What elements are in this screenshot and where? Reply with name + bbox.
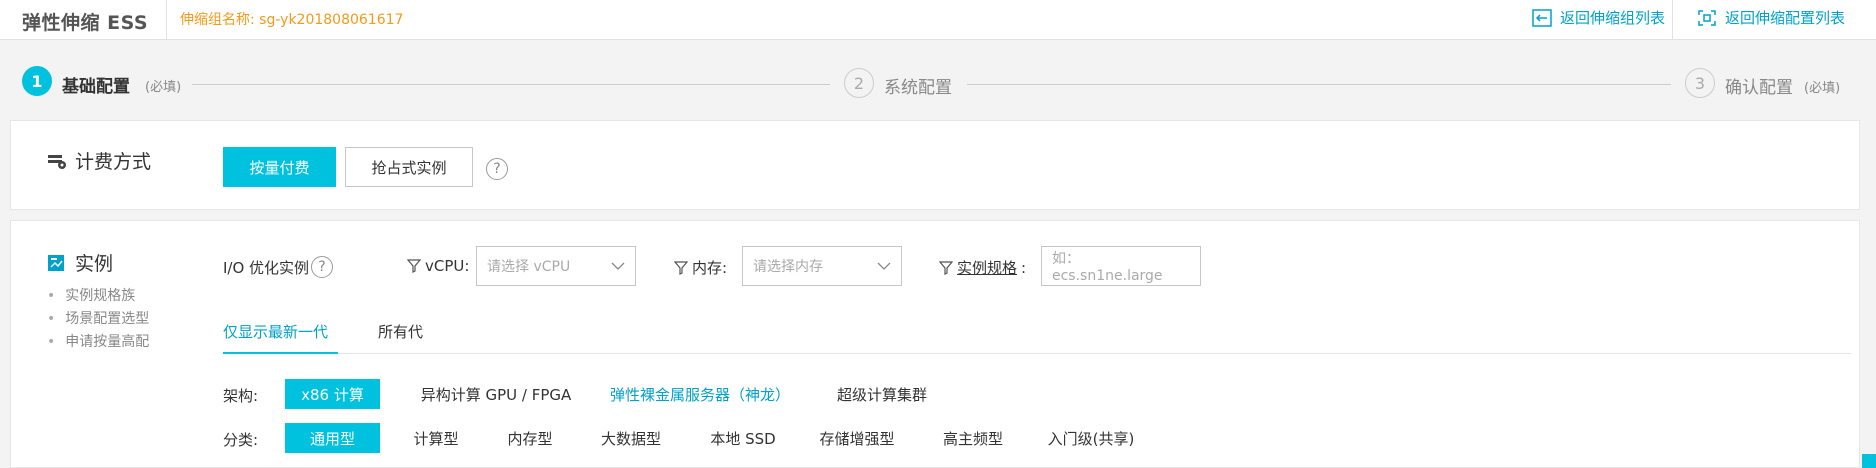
step-3-number: 3 <box>1685 68 1715 98</box>
category-big-data-option[interactable]: 大数据型 <box>589 423 673 453</box>
back-to-config-list-label: 返回伸缩配置列表 <box>1725 9 1846 27</box>
step-3-note: (必填) <box>1804 81 1841 96</box>
vcpu-select-placeholder: 请选择 vCPU <box>487 259 571 275</box>
back-to-group-list-label: 返回伸缩组列表 <box>1560 9 1666 27</box>
step-1-note: (必填) <box>145 80 182 95</box>
instance-card: 实例 实例规格族 场景配置选型 申请按量高配 I/O 优化实例 ? vCPU: … <box>10 220 1860 468</box>
arch-gpu-fpga-option[interactable]: 异构计算 GPU / FPGA <box>411 379 581 409</box>
spot-instance-button[interactable]: 抢占式实例 <box>345 147 473 187</box>
step-connector-2 <box>967 84 1671 85</box>
instance-icon <box>47 254 67 272</box>
active-tab-indicator <box>223 352 338 354</box>
memory-select-placeholder: 请选择内存 <box>753 259 823 275</box>
billing-help-icon[interactable]: ? <box>486 158 508 180</box>
sublink-scenario-selection[interactable]: 场景配置选型 <box>47 308 149 331</box>
funnel-icon <box>673 260 689 275</box>
arch-label: 架构: <box>223 387 259 405</box>
billing-icon <box>47 152 67 170</box>
category-memory-option[interactable]: 内存型 <box>495 423 565 453</box>
tab-latest-generation[interactable]: 仅显示最新一代 <box>223 321 328 342</box>
back-to-group-list-link[interactable]: 返回伸缩组列表 <box>1532 7 1665 28</box>
category-storage-enhanced-option[interactable]: 存储增强型 <box>807 423 907 453</box>
wizard-steps: 1 基础配置 (必填) 2 系统配置 3 确认配置 (必填) <box>0 40 1876 120</box>
pay-as-you-go-button[interactable]: 按量付费 <box>223 147 336 187</box>
vcpu-filter-label: vCPU: <box>406 257 469 275</box>
top-header: 弹性伸缩 ESS 伸缩组名称: sg-yk201808061617 返回伸缩组列… <box>0 0 1876 40</box>
step-connector-1 <box>192 84 830 85</box>
category-compute-option[interactable]: 计算型 <box>401 423 471 453</box>
app-title: 弹性伸缩 ESS <box>22 12 149 34</box>
tab-all-generations[interactable]: 所有代 <box>378 321 423 342</box>
spec-search-input[interactable]: 如：ecs.sn1ne.large <box>1041 246 1201 286</box>
io-help-icon[interactable]: ? <box>311 256 333 278</box>
instance-title-text: 实例 <box>75 253 114 275</box>
back-to-config-list-link[interactable]: 返回伸缩配置列表 <box>1697 7 1845 28</box>
scaling-group-name: 伸缩组名称: sg-yk201808061617 <box>180 12 404 28</box>
return-arrow-icon <box>1532 8 1552 27</box>
instance-section-title: 实例 <box>47 249 113 276</box>
header-divider-2 <box>1672 0 1673 40</box>
arch-super-computing-option[interactable]: 超级计算集群 <box>827 379 937 409</box>
config-return-icon <box>1697 9 1717 27</box>
chevron-down-icon <box>877 258 891 274</box>
spec-filter-label: 实例规格: <box>938 257 1026 278</box>
funnel-icon <box>406 259 422 273</box>
category-general-option[interactable]: 通用型 <box>285 423 380 453</box>
step-2-label: 系统配置 <box>884 78 952 98</box>
category-label: 分类: <box>223 431 259 449</box>
tabs-divider <box>223 353 1851 354</box>
arch-bare-metal-option[interactable]: 弹性裸金属服务器（神龙） <box>605 379 795 409</box>
spec-filter-text: 实例规格 <box>957 259 1018 277</box>
instance-sublinks: 实例规格族 场景配置选型 申请按量高配 <box>47 285 149 354</box>
chevron-down-icon <box>611 258 625 274</box>
io-optimized-label: I/O 优化实例 <box>223 259 310 277</box>
funnel-icon <box>938 260 954 275</box>
memory-filter-label: 内存: <box>673 257 727 278</box>
scroll-corner <box>1862 454 1876 468</box>
category-local-ssd-option[interactable]: 本地 SSD <box>699 423 787 453</box>
step-1-number: 1 <box>22 66 52 96</box>
step-1-label: 基础配置 <box>62 77 130 97</box>
vcpu-select[interactable]: 请选择 vCPU <box>476 246 636 286</box>
sublink-instance-family[interactable]: 实例规格族 <box>47 285 149 308</box>
step-2-number: 2 <box>844 68 874 98</box>
step-3-label: 确认配置 <box>1725 78 1793 98</box>
header-divider <box>166 0 167 40</box>
arch-x86-option[interactable]: x86 计算 <box>285 379 380 409</box>
billing-title-text: 计费方式 <box>75 151 152 173</box>
sublink-apply-high-config[interactable]: 申请按量高配 <box>47 331 149 354</box>
category-entry-shared-option[interactable]: 入门级(共享) <box>1041 423 1141 453</box>
category-high-frequency-option[interactable]: 高主频型 <box>929 423 1017 453</box>
memory-select[interactable]: 请选择内存 <box>742 246 902 286</box>
billing-card: 计费方式 按量付费 抢占式实例 ? <box>10 120 1860 210</box>
billing-section-title: 计费方式 <box>47 147 151 174</box>
